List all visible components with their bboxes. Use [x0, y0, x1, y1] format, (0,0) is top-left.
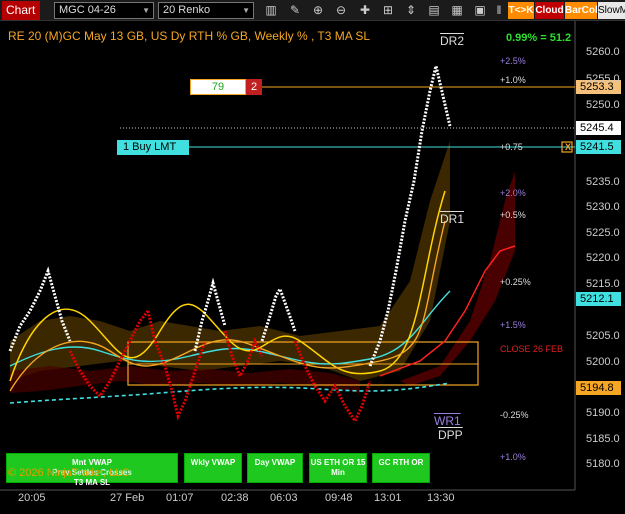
- day-vwap-button[interactable]: Day VWAP: [247, 453, 303, 483]
- zoom-out-icon[interactable]: ⊖: [332, 2, 350, 19]
- strategy-icon[interactable]: ⇕: [402, 2, 420, 19]
- y-tick-label: 5200.0: [586, 356, 620, 368]
- x-tick-label: 01:07: [166, 492, 194, 504]
- y-tick-label: 5205.0: [586, 330, 620, 342]
- instrument-value: MGC 04-26: [59, 4, 116, 16]
- chevron-down-icon: ▼: [242, 6, 250, 15]
- close-label: CLOSE 26 FEB: [500, 344, 564, 354]
- pct-label: +1.0%: [500, 75, 526, 85]
- pct-label: +0.5%: [500, 210, 526, 220]
- wkly-vwap-button[interactable]: Wkly VWAP: [184, 453, 242, 483]
- y-tick-label: 5230.0: [586, 201, 620, 213]
- y-tick-label: 5180.0: [586, 458, 620, 470]
- button-label: Wkly VWAP: [190, 458, 236, 467]
- properties-icon[interactable]: ⊞: [379, 2, 397, 19]
- pencil-icon[interactable]: ✎: [286, 2, 304, 19]
- pct-label: +1.0%: [500, 452, 526, 462]
- cloud-toggle-button[interactable]: Cloud: [535, 2, 564, 19]
- pct-label: +2.5%: [500, 56, 526, 66]
- vwap-price-box: 5212.1: [576, 292, 621, 306]
- cancel-order-icon[interactable]: X: [563, 142, 573, 153]
- button-label: T3 MA SL: [73, 478, 111, 487]
- chevron-down-icon: ▼: [142, 6, 150, 15]
- crosshair-icon[interactable]: ✚: [356, 2, 374, 19]
- y-tick-label: 5235.0: [586, 176, 620, 188]
- instrument-selector[interactable]: MGC 04-26 ▼: [54, 2, 154, 19]
- barcol-toggle-button[interactable]: BarCol: [565, 2, 598, 19]
- templates-icon[interactable]: ▣: [471, 2, 489, 19]
- button-label: Day VWAP: [254, 458, 296, 467]
- button-label: GC RTH OR: [378, 458, 424, 467]
- y-tick-label: 5225.0: [586, 227, 620, 239]
- y-tick-label: 5250.0: [586, 99, 620, 111]
- price-chart[interactable]: [0, 21, 625, 514]
- y-tick-label: 5220.0: [586, 252, 620, 264]
- chart-tab[interactable]: Chart: [2, 1, 40, 20]
- y-tick-label: 5215.0: [586, 278, 620, 290]
- ma-price-box: 5194.8: [576, 381, 621, 395]
- copyright-text: © 2026 NinjaTrader, LLC: [8, 467, 130, 479]
- x-tick-label: 13:30: [427, 492, 455, 504]
- y-tick-label: 5255.0: [586, 73, 620, 85]
- interval-value: 20 Renko: [163, 4, 211, 16]
- chart-toolbar: Chart MGC 04-26 ▼ 20 Renko ▼ ▥ ✎ ⊕ ⊖ ✚ ⊞ ⇕…: [0, 0, 625, 21]
- dr1-label: DR1: [440, 212, 465, 226]
- pct-label: -0.25%: [500, 410, 529, 420]
- order-count-badge[interactable]: 2: [246, 79, 262, 95]
- pct-label: +1.5%: [500, 320, 526, 330]
- pct-label: +0.25%: [500, 277, 531, 287]
- button-label: Min: [331, 468, 345, 477]
- indicators-icon[interactable]: ▦: [448, 2, 466, 19]
- pct-label: +0.75: [500, 142, 523, 152]
- chart-title: RE 20 (M)GC May 13 GB, US Dy RTH % GB, W…: [8, 29, 371, 43]
- button-label: US ETH OR 15: [310, 458, 366, 467]
- tk-toggle-button[interactable]: T<>K: [508, 2, 534, 19]
- chart-trader-icon[interactable]: ▤: [425, 2, 443, 19]
- pct-label: +2.0%: [500, 188, 526, 198]
- dr2-label: DR2: [440, 34, 465, 48]
- x-tick-label: 06:03: [270, 492, 298, 504]
- dpp-label: DPP: [438, 428, 463, 442]
- y-tick-label: 5190.0: [586, 407, 620, 419]
- last-price-box: 5245.4: [576, 121, 621, 135]
- bar-chart-icon[interactable]: ▥: [262, 2, 280, 19]
- slowm-toggle-button[interactable]: SlowM: [598, 2, 625, 19]
- buy-limit-order-label[interactable]: 1 Buy LMT: [117, 140, 189, 155]
- interval-selector[interactable]: 20 Renko ▼: [158, 2, 254, 19]
- x-tick-label: 27 Feb: [110, 492, 145, 504]
- pct-change-readout: 0.99% = 51.2: [506, 32, 572, 44]
- x-tick-label: 20:05: [18, 492, 46, 504]
- x-tick-label: 02:38: [221, 492, 249, 504]
- x-tick-label: 09:48: [325, 492, 353, 504]
- us-eth-or-button[interactable]: US ETH OR 15 Min: [309, 453, 367, 483]
- y-tick-label: 5260.0: [586, 46, 620, 58]
- more-icon[interactable]: ‖: [490, 2, 508, 19]
- y-tick-label: 5185.0: [586, 433, 620, 445]
- x-tick-label: 13:01: [374, 492, 402, 504]
- zoom-in-icon[interactable]: ⊕: [309, 2, 327, 19]
- wr1-label: WR1: [434, 414, 461, 428]
- order-quantity-box[interactable]: 79: [190, 79, 246, 95]
- buy-price-box: 5241.5: [576, 140, 621, 154]
- gc-rth-or-button[interactable]: GC RTH OR: [372, 453, 430, 483]
